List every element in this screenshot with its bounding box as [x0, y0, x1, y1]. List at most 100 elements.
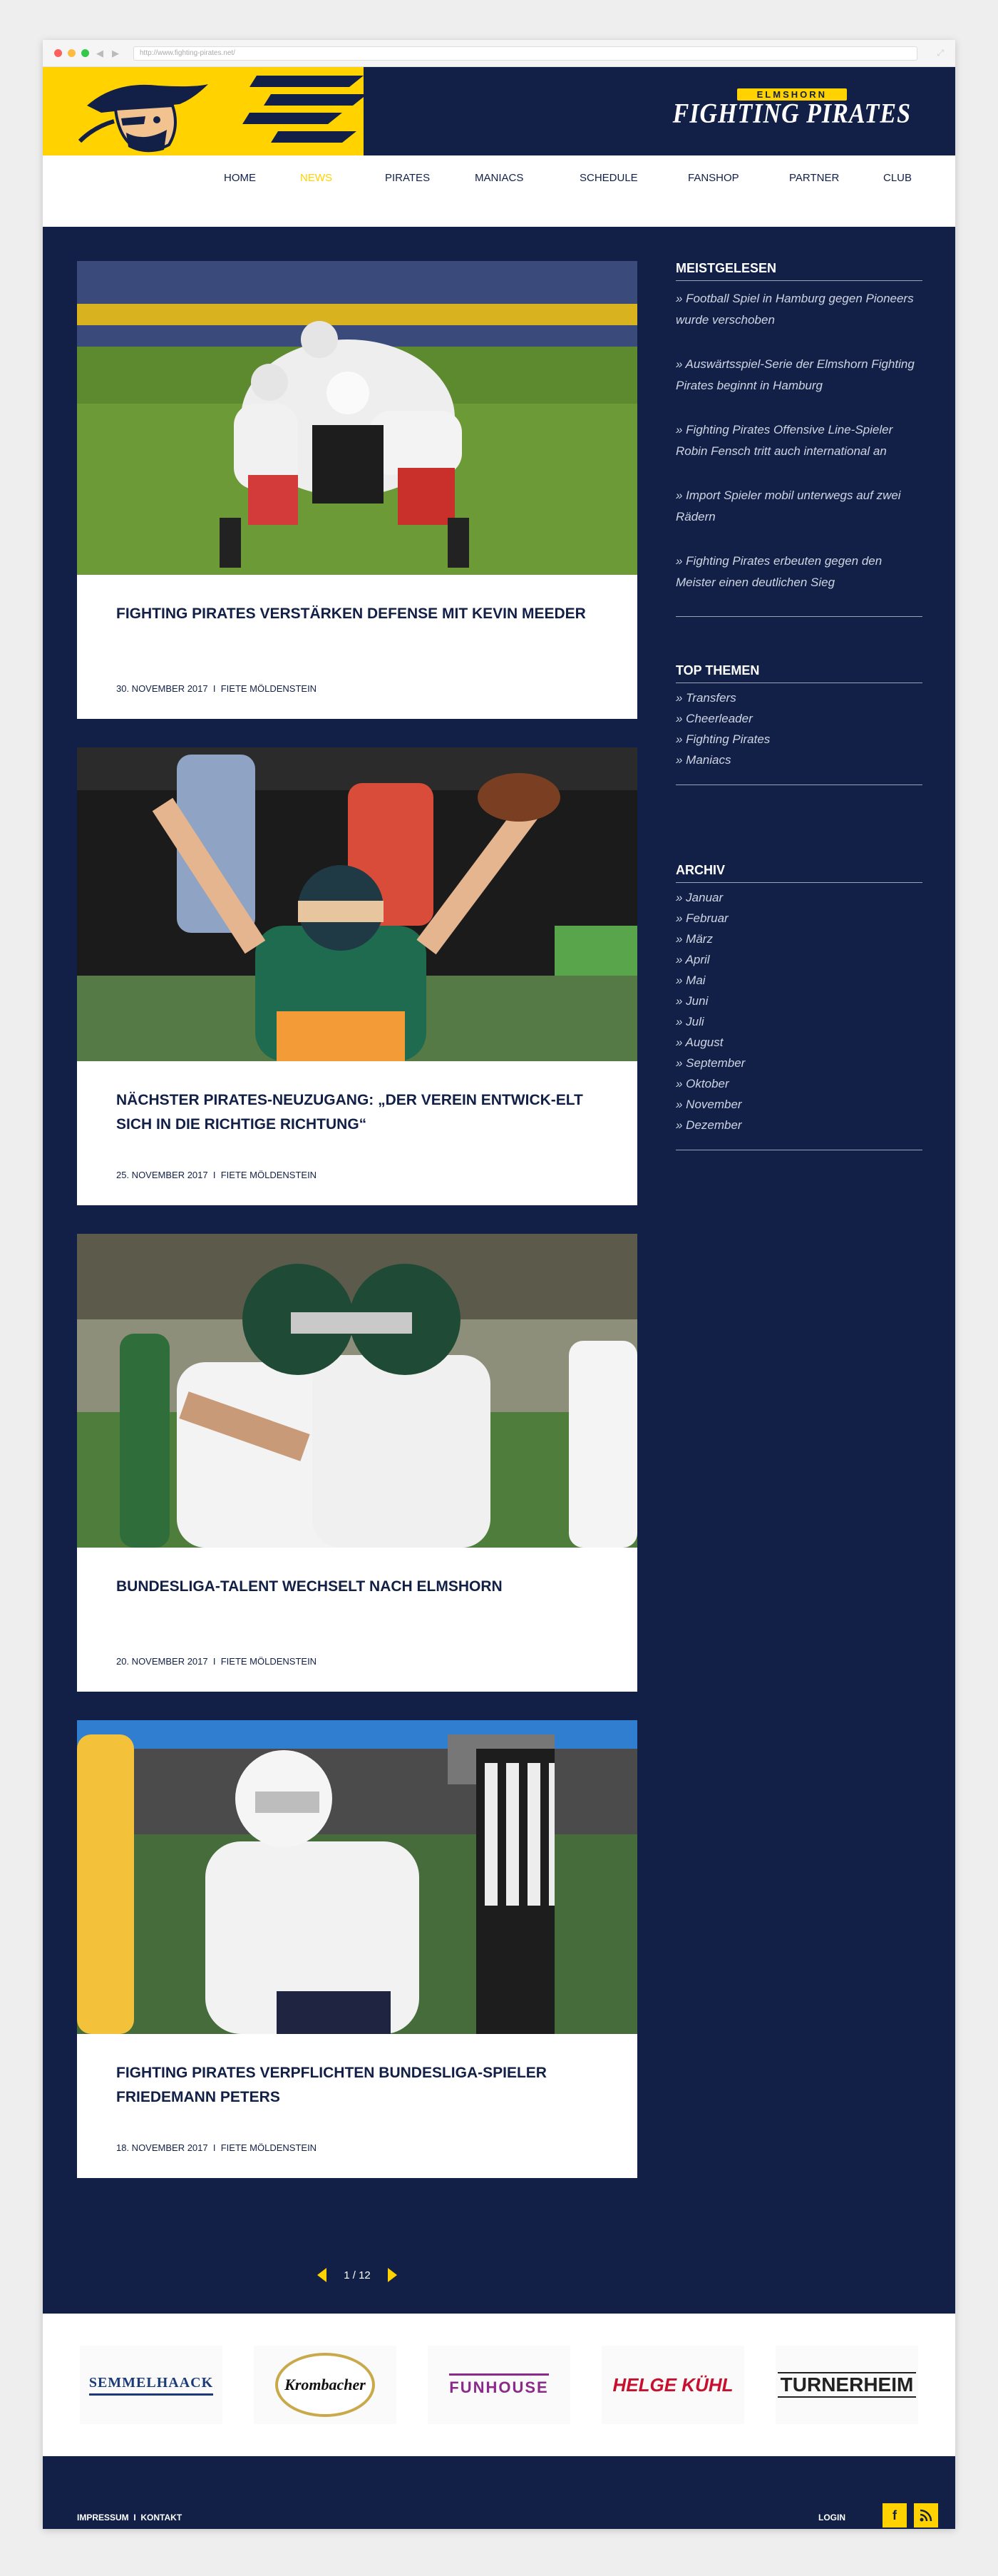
post-image[interactable] — [77, 1234, 637, 1548]
post-author[interactable]: FIETE MÖLDENSTEIN — [221, 1170, 317, 1180]
post-date: 20. NOVEMBER 2017 — [116, 1656, 208, 1667]
archive-month-link[interactable]: » Juli — [676, 1011, 922, 1032]
sponsor-name: HELGE KÜHL — [612, 2373, 734, 2396]
player-celebration-photo — [77, 747, 637, 1061]
post-title[interactable]: FIGHTING PIRATES VERSTÄRKEN DEFENSE MIT … — [116, 602, 601, 626]
nav-club[interactable]: CLUB — [883, 172, 912, 184]
archive-month-link[interactable]: » Mai — [676, 970, 922, 991]
popular-link[interactable]: » Import Spieler mobil unterwegs auf zwe… — [676, 485, 922, 528]
maximize-dot-icon[interactable] — [81, 49, 89, 57]
nav-pirates[interactable]: PIRATES — [385, 172, 475, 184]
expand-icon[interactable]: ⤢ — [937, 48, 944, 58]
main-navigation: HOME NEWS PIRATES MANIACS SCHEDULE FANSH… — [43, 155, 955, 200]
back-arrow-icon[interactable]: ◀ — [95, 48, 105, 59]
previous-page-icon[interactable] — [317, 2268, 327, 2282]
archive-month-link[interactable]: » Oktober — [676, 1073, 922, 1094]
sidebar-top-themen: TOP THEMEN » Transfers » Cheerleader » F… — [676, 663, 922, 785]
sidebar-meistgelesen: MEISTGELESEN » Football Spiel in Hamburg… — [676, 261, 922, 617]
news-post[interactable]: FIGHTING PIRATES VERPFLICHTEN BUNDESLIGA… — [77, 1720, 637, 2178]
sponsor-semmelhaack-logo[interactable]: SEMMELHAACK — [80, 2346, 222, 2424]
topic-link[interactable]: » Cheerleader — [676, 708, 922, 729]
nav-news[interactable]: NEWS — [300, 172, 385, 184]
post-meta: 18. NOVEMBER 2017 I FIETE MÖLDENSTEIN — [116, 2142, 317, 2153]
archive-month-link[interactable]: » Dezember — [676, 1115, 922, 1135]
facebook-icon[interactable]: f — [883, 2503, 907, 2528]
close-dot-icon[interactable] — [54, 49, 62, 57]
sponsor-funhouse-logo[interactable]: FUNHOUSE — [428, 2346, 570, 2424]
meta-separator: I — [212, 683, 216, 694]
nav-maniacs[interactable]: MANIACS — [475, 172, 580, 184]
post-meta: 20. NOVEMBER 2017 I FIETE MÖLDENSTEIN — [116, 1656, 317, 1667]
archive-month-link[interactable]: » November — [676, 1094, 922, 1115]
news-post[interactable]: NÄCHSTER PIRATES-NEUZUGANG: „DER VEREIN … — [77, 747, 637, 1205]
sidebar-archiv: ARCHIV » Januar » Februar » März » April… — [676, 863, 922, 1150]
sponsor-krombacher-logo[interactable]: Krombacher — [254, 2346, 396, 2424]
lineman-stance-photo — [77, 1720, 637, 2034]
players-hugging-photo — [77, 1234, 637, 1548]
popular-link[interactable]: » Fighting Pirates Offensive Line-Spiele… — [676, 419, 922, 462]
pagination: 1 / 12 — [43, 2268, 672, 2282]
post-image[interactable] — [77, 747, 637, 1061]
popular-link[interactable]: » Fighting Pirates erbeuten gegen den Me… — [676, 551, 922, 593]
meta-separator: I — [212, 2142, 216, 2153]
archive-month-link[interactable]: » Juni — [676, 991, 922, 1011]
footer-separator: I — [133, 2513, 136, 2523]
site-footer: IMPRESSUM I KONTAKT LOGIN f — [43, 2456, 955, 2529]
topic-link[interactable]: » Transfers — [676, 688, 922, 708]
news-post[interactable]: FIGHTING PIRATES VERSTÄRKEN DEFENSE MIT … — [77, 261, 637, 719]
archive-list: » Januar » Februar » März » April » Mai … — [676, 887, 922, 1135]
nav-fanshop[interactable]: FANSHOP — [688, 172, 789, 184]
post-title[interactable]: FIGHTING PIRATES VERPFLICHTEN BUNDESLIGA… — [116, 2061, 601, 2110]
post-title[interactable]: NÄCHSTER PIRATES-NEUZUGANG: „DER VEREIN … — [116, 1088, 601, 1137]
kontakt-link[interactable]: KONTAKT — [140, 2513, 182, 2523]
footer-links: IMPRESSUM I KONTAKT — [77, 2513, 182, 2523]
topic-link[interactable]: » Fighting Pirates — [676, 729, 922, 750]
meta-separator: I — [212, 1656, 216, 1667]
site-header: ELMSHORN FIGHTING PIRATES — [43, 67, 955, 155]
page-indicator: 1 / 12 — [344, 2269, 371, 2281]
topic-link[interactable]: » Maniacs — [676, 750, 922, 770]
forward-arrow-icon[interactable]: ▶ — [110, 48, 120, 59]
post-image[interactable] — [77, 1720, 637, 2034]
post-date: 30. NOVEMBER 2017 — [116, 683, 208, 694]
address-bar[interactable]: http://www.fighting-pirates.net/ — [133, 46, 917, 61]
sponsor-bar: SEMMELHAACK Krombacher FUNHOUSE HELGE KÜ… — [43, 2314, 955, 2456]
post-author[interactable]: FIETE MÖLDENSTEIN — [221, 683, 317, 694]
post-author[interactable]: FIETE MÖLDENSTEIN — [221, 2142, 317, 2153]
brand-stripes-icon — [242, 76, 364, 143]
nav-partner[interactable]: PARTNER — [789, 172, 883, 184]
nav-home[interactable]: HOME — [224, 172, 300, 184]
sidebar-divider — [676, 616, 922, 617]
archive-month-link[interactable]: » März — [676, 929, 922, 949]
sidebar-divider — [676, 784, 922, 785]
pirate-mascot-logo[interactable] — [73, 77, 215, 155]
login-link[interactable]: LOGIN — [818, 2513, 845, 2523]
minimize-dot-icon[interactable] — [68, 49, 76, 57]
post-date: 18. NOVEMBER 2017 — [116, 2142, 208, 2153]
post-author[interactable]: FIETE MÖLDENSTEIN — [221, 1656, 317, 1667]
archive-month-link[interactable]: » September — [676, 1053, 922, 1073]
impressum-link[interactable]: IMPRESSUM — [77, 2513, 129, 2523]
archive-month-link[interactable]: » August — [676, 1032, 922, 1053]
nav-schedule[interactable]: SCHEDULE — [580, 172, 688, 184]
archive-month-link[interactable]: » April — [676, 949, 922, 970]
post-title[interactable]: BUNDESLIGA-TALENT WECHSELT NACH ELMSHORN — [116, 1575, 601, 1599]
brand-panel — [43, 67, 364, 155]
sidebar-heading: TOP THEMEN — [676, 663, 922, 683]
content-area: FIGHTING PIRATES VERSTÄRKEN DEFENSE MIT … — [43, 227, 955, 2314]
fighting-pirates-wordmark[interactable]: ELMSHORN FIGHTING PIRATES — [673, 88, 911, 128]
news-post[interactable]: BUNDESLIGA-TALENT WECHSELT NACH ELMSHORN… — [77, 1234, 637, 1692]
archive-month-link[interactable]: » Februar — [676, 908, 922, 929]
popular-link[interactable]: » Football Spiel in Hamburg gegen Pionee… — [676, 288, 922, 331]
sponsor-turnerheim-logo[interactable]: TURNERHEIM — [776, 2346, 918, 2424]
post-image[interactable] — [77, 261, 637, 575]
popular-link[interactable]: » Auswärtsspiel-Serie der Elmshorn Fight… — [676, 354, 922, 397]
sponsor-name: FUNHOUSE — [449, 2378, 549, 2396]
sidebar-heading: ARCHIV — [676, 863, 922, 883]
archive-month-link[interactable]: » Januar — [676, 887, 922, 908]
sponsor-helge-kuehl-logo[interactable]: HELGE KÜHL — [602, 2346, 744, 2424]
post-meta: 25. NOVEMBER 2017 I FIETE MÖLDENSTEIN — [116, 1170, 317, 1180]
next-page-icon[interactable] — [387, 2268, 397, 2282]
popular-list: » Football Spiel in Hamburg gegen Pionee… — [676, 288, 922, 593]
rss-icon[interactable] — [914, 2503, 938, 2528]
